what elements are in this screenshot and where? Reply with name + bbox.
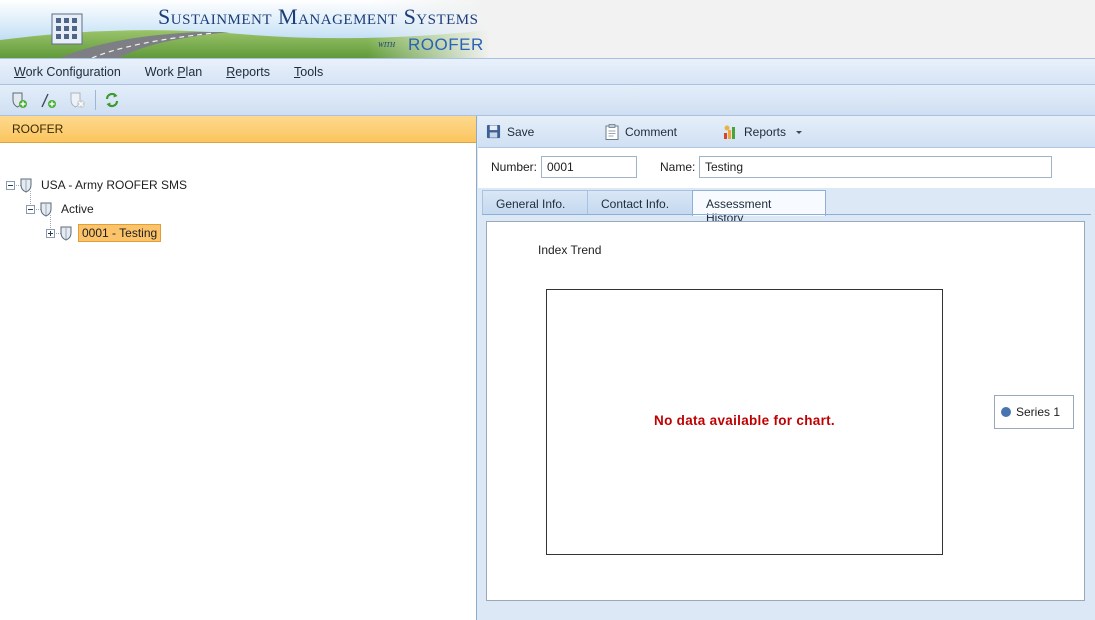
detail-panel: Save Comment Reports Number: Name: Gener… (478, 116, 1095, 620)
name-label: Name: (660, 160, 696, 174)
detail-toolbar: Save Comment Reports (478, 116, 1095, 148)
number-label: Number: (491, 160, 538, 174)
refresh-button[interactable] (101, 89, 123, 111)
reports-icon (724, 125, 735, 139)
tab-strip-border (482, 214, 1091, 215)
tab-contact-info[interactable]: Contact Info. (587, 190, 693, 215)
navigation-panel: ROOFER USA - Army ROOFER SMS Active 0001… (0, 116, 477, 620)
assessment-history-panel: Index Trend No data available for chart.… (486, 221, 1085, 601)
expand-toggle[interactable] (46, 228, 55, 238)
shield-icon (60, 226, 72, 241)
save-icon (486, 124, 501, 139)
number-field[interactable] (541, 156, 637, 178)
tab-assessment-history[interactable]: Assessment History (692, 190, 826, 225)
tab-strip: General Info. Contact Info. Assessment H… (482, 190, 826, 225)
menu-reports-accel: R (226, 64, 236, 79)
shield-icon (20, 178, 32, 193)
shield-icon (40, 202, 52, 217)
tab-general-info[interactable]: General Info. (482, 190, 588, 215)
add-shield-icon (12, 92, 27, 108)
menu-work-configuration[interactable]: Work Configuration (14, 65, 121, 79)
comment-button[interactable]: Comment (605, 124, 677, 140)
add-shield-button[interactable] (8, 89, 30, 111)
banner-with: with (378, 39, 396, 50)
banner-title: Sustainment Management Systems (158, 4, 479, 29)
collapse-toggle[interactable] (6, 180, 15, 190)
delete-shield-button[interactable] (66, 89, 88, 111)
chart-plot-area: No data available for chart. (546, 289, 943, 555)
save-label: Save (507, 124, 535, 139)
menu-work-configuration-accel: W (14, 64, 26, 79)
panel-header: ROOFER (0, 116, 476, 143)
menu-tools-rest: ools (300, 64, 324, 79)
menu-work-plan[interactable]: Work Plan (145, 65, 202, 79)
menu-reports-rest: eports (235, 64, 271, 79)
tree-node-label-selected: 0001 - Testing (78, 224, 162, 242)
legend-label-series-1: Series 1 (1016, 405, 1061, 419)
app-banner: Sustainment Management Systems with ROOF… (0, 0, 1095, 58)
refresh-icon (105, 92, 119, 108)
no-data-message: No data available for chart. (654, 413, 835, 428)
toolbar-separator (95, 90, 96, 110)
main-toolbar (0, 85, 1095, 116)
banner-product-name: ROOFER (408, 35, 484, 54)
chart-title: Index Trend (538, 243, 602, 257)
add-item-icon (41, 93, 56, 108)
chart-legend: Series 1 (994, 395, 1074, 429)
menu-bar: Work Configuration Work Plan Reports Too… (0, 58, 1095, 85)
tree-node-label: USA - Army ROOFER SMS (41, 178, 188, 192)
tree-node-active[interactable]: Active (26, 200, 97, 218)
legend-marker-series-1 (1001, 407, 1011, 417)
chevron-down-icon (796, 131, 803, 134)
tree-node-root[interactable]: USA - Army ROOFER SMS (6, 176, 190, 194)
delete-shield-icon (70, 92, 85, 108)
tree-node-label: Active (61, 202, 94, 216)
comment-label: Comment (625, 125, 678, 139)
identity-form: Number: Name: (478, 148, 1095, 188)
menu-work-configuration-rest: ork Configuration (25, 64, 121, 79)
tree-node-item[interactable]: 0001 - Testing (46, 224, 162, 242)
add-item-button[interactable] (37, 89, 59, 111)
menu-reports[interactable]: Reports (226, 65, 270, 79)
menu-work-plan-accel: P (177, 64, 186, 79)
name-field[interactable] (699, 156, 1052, 178)
menu-work-plan-rest: lan (185, 64, 203, 79)
menu-tools[interactable]: Tools (294, 65, 323, 79)
save-button[interactable]: Save (486, 124, 534, 139)
clipboard-icon (605, 124, 619, 140)
collapse-toggle[interactable] (26, 204, 35, 214)
menu-work-plan-pre: Work (144, 64, 178, 79)
reports-dropdown-button[interactable]: Reports (722, 124, 812, 140)
reports-label: Reports (744, 125, 787, 139)
